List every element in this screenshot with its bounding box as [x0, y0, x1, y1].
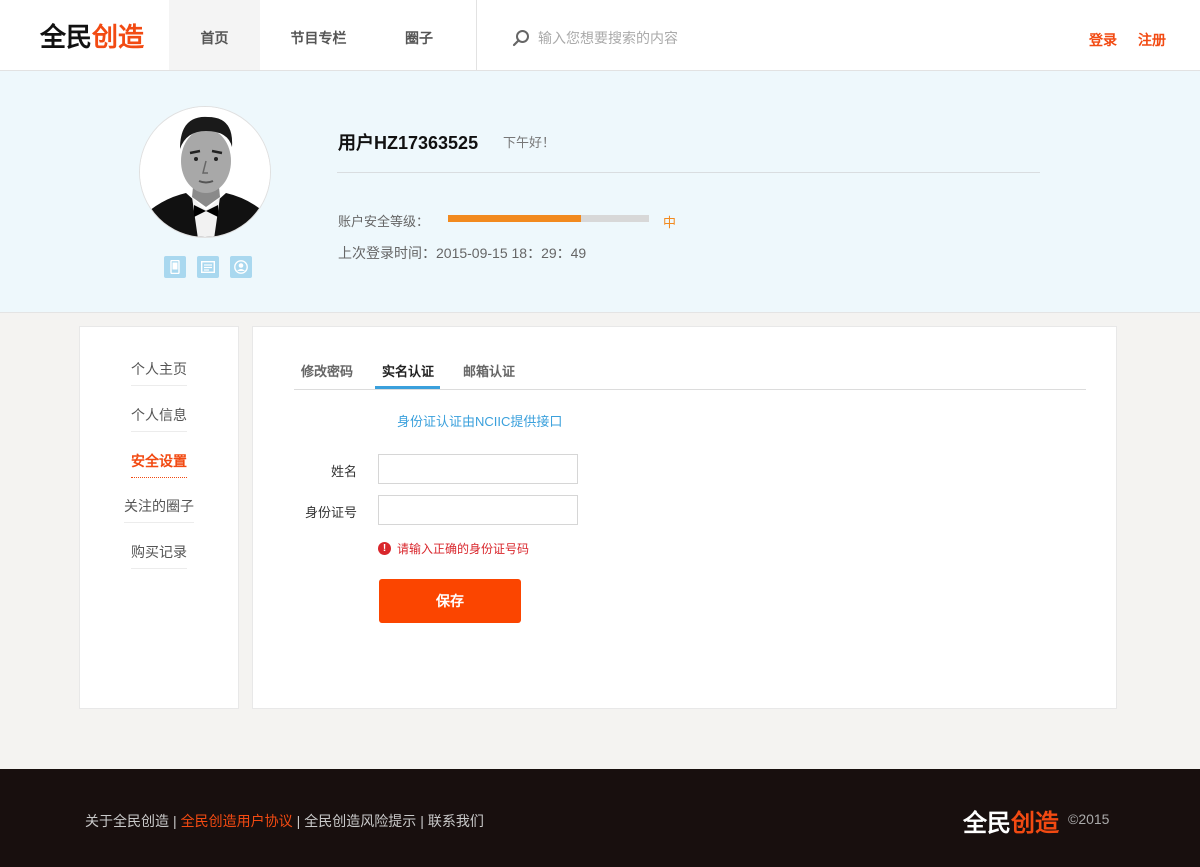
sidebar-item-label: 个人信息 [131, 405, 187, 432]
name-label: 姓名 [330, 464, 357, 479]
last-login-time: 上次登录时间：2015-09-15 18：29：49 [338, 245, 587, 261]
avatar-portrait [140, 107, 270, 237]
footer-logo-text-a: 全民 [963, 810, 1011, 837]
tab-real-name[interactable]: 实名认证 [382, 361, 434, 380]
save-button[interactable]: 保存 [379, 579, 521, 623]
nav-item-home[interactable]: 首页 [169, 0, 260, 70]
main-panel: 修改密码 实名认证 邮箱认证 身份证认证由NCIIC提供接口 姓名 身份证号 !… [252, 326, 1117, 709]
tab-change-password[interactable]: 修改密码 [301, 361, 353, 380]
sidebar-item-label: 安全设置 [131, 451, 187, 478]
verification-badges [164, 256, 252, 278]
sidebar-item-label: 关注的圈子 [124, 496, 194, 523]
ncic-note[interactable]: 身份证认证由NCIIC提供接口 [397, 411, 562, 430]
tab-email[interactable]: 邮箱认证 [463, 361, 515, 380]
search-input[interactable] [538, 26, 838, 50]
id-number-label: 身份证号 [304, 505, 357, 520]
top-header: 全民创造 首页 节目专栏 圈子 登录 注册 [0, 0, 1200, 71]
site-logo[interactable]: 全民创造 [40, 21, 144, 53]
sidebar-item-label: 购买记录 [131, 542, 187, 569]
username: 用户HZ17363525 [338, 133, 479, 153]
footer-links: 关于全民创造 | 全民创造用户协议 | 全民创造风险提示 | 联系我们 [85, 811, 484, 831]
logo-text-b: 创造 [92, 22, 145, 52]
nav-item-programs[interactable]: 节目专栏 [260, 0, 377, 70]
sidebar-item-security[interactable]: 安全设置 [80, 451, 238, 478]
search-icon[interactable] [512, 29, 530, 47]
footer-logo-text-b: 创造 [1011, 810, 1059, 837]
sidebar-item-profile[interactable]: 个人信息 [80, 405, 238, 432]
greeting: 下午好！ [503, 135, 556, 150]
banner-divider [337, 172, 1040, 173]
footer-link-risk[interactable]: 全民创造风险提示 [304, 811, 416, 831]
footer-logo: 全民创造 [963, 803, 1059, 838]
user-icon[interactable] [230, 256, 252, 278]
name-field[interactable] [378, 454, 578, 484]
avatar[interactable] [139, 106, 271, 238]
login-link[interactable]: 登录 [1089, 30, 1117, 50]
sidebar-item-home[interactable]: 个人主页 [80, 359, 238, 386]
footer: 关于全民创造 | 全民创造用户协议 | 全民创造风险提示 | 联系我们 全民创造… [0, 769, 1200, 867]
sidebar: 个人主页 个人信息 安全设置 关注的圈子 购买记录 [79, 326, 239, 709]
tabs-divider [294, 389, 1086, 390]
message-icon[interactable] [197, 256, 219, 278]
active-tab-indicator [375, 386, 440, 389]
footer-link-agreement[interactable]: 全民创造用户协议 [181, 811, 293, 831]
sidebar-item-purchases[interactable]: 购买记录 [80, 542, 238, 569]
security-progress-bar [448, 215, 649, 222]
error-text: 请输入正确的身份证号码 [397, 542, 530, 556]
security-level-value: 中 [663, 215, 677, 230]
main-nav: 首页 节目专栏 圈子 [169, 0, 461, 70]
logo-text-a: 全民 [40, 22, 93, 52]
phone-icon[interactable] [164, 256, 186, 278]
footer-separator: | [420, 813, 424, 829]
footer-link-contact[interactable]: 联系我们 [428, 811, 484, 831]
nav-divider [476, 0, 477, 70]
register-link[interactable]: 注册 [1138, 30, 1166, 50]
footer-link-about[interactable]: 关于全民创造 [85, 811, 169, 831]
footer-separator: | [296, 813, 301, 829]
footer-separator: | [173, 813, 177, 829]
security-progress-fill [448, 215, 581, 222]
id-error-message: ! 请输入正确的身份证号码 [378, 540, 529, 557]
nav-item-circles[interactable]: 圈子 [377, 0, 461, 70]
id-number-field[interactable] [378, 495, 578, 525]
sidebar-item-circles[interactable]: 关注的圈子 [80, 496, 238, 523]
error-icon: ! [378, 542, 391, 555]
security-level-label: 账户安全等级： [338, 214, 430, 229]
copyright: ©2015 [1068, 811, 1110, 827]
sidebar-item-label: 个人主页 [131, 359, 187, 386]
